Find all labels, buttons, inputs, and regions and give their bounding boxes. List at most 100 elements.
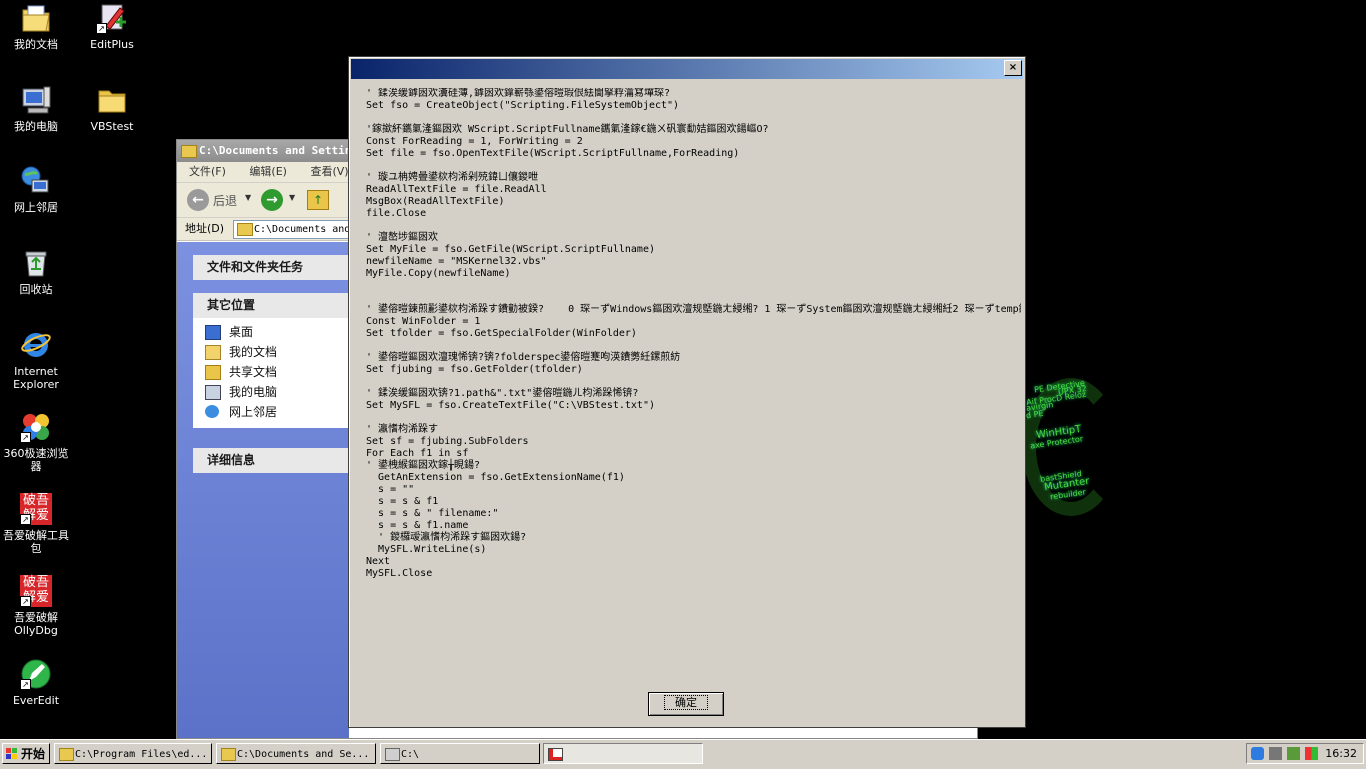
desktop-icon-vbstest[interactable]: VBStest — [76, 84, 148, 133]
details-panel[interactable]: 详细信息 — [193, 448, 349, 473]
close-icon[interactable]: × — [1004, 60, 1022, 76]
message-line — [366, 160, 1021, 172]
taskbar-button-label: C:\ — [401, 749, 420, 760]
desktop-icon-editplus[interactable]: ↗ EditPlus — [76, 2, 148, 51]
taskbar-button-wscript[interactable] — [543, 743, 703, 764]
message-line: Set fjubing = fso.GetFolder(tfolder) — [366, 364, 583, 375]
file-tasks-panel[interactable]: 文件和文件夹任务 — [193, 255, 349, 280]
start-button[interactable]: 开始 — [2, 743, 50, 764]
start-label: 开始 — [21, 747, 46, 761]
message-line: ' 璇ユ柟娉曡鍙栨枃浠剁殑鍏ㄩ儴鍐呭 — [366, 172, 539, 183]
message-line: s = "" — [366, 484, 415, 495]
ok-button-label: 确定 — [664, 695, 708, 710]
message-line: newfileName = "MSKernel32.vbs" — [366, 256, 547, 267]
message-line: file.Close — [366, 208, 427, 219]
360-browser-icon: ↗ — [20, 411, 52, 443]
explorer-title: C:\Documents and Settings — [199, 144, 365, 157]
taskbar-button-drive-c[interactable]: C:\ — [380, 743, 540, 764]
folder-up-icon[interactable]: ↑ — [307, 190, 329, 210]
place-my-documents[interactable]: 我的文档 — [193, 342, 349, 362]
desktop-icon-label: VBStest — [90, 120, 134, 133]
everedit-icon: ↗ — [20, 658, 52, 690]
message-line: s = s & " filename:" — [366, 508, 499, 519]
desktop-icon-network-places[interactable]: 网上邻居 — [0, 165, 72, 214]
desktop-icon-52pojie-toolkit[interactable]: 破吾 解爱 ↗ 吾爱破解工具包 — [0, 493, 72, 555]
clock[interactable]: 16:32 — [1325, 744, 1357, 763]
other-places-header[interactable]: 其它位置 — [193, 293, 349, 318]
desktop-icon-my-documents[interactable]: 我的文档 — [0, 2, 72, 51]
message-line — [366, 280, 1021, 292]
recycle-bin-icon — [20, 247, 52, 279]
taskbar: 开始 C:\Program Files\ed... C:\Documents a… — [0, 739, 1366, 769]
desktop-icon-label: 360极速浏览器 — [3, 447, 69, 473]
menu-file[interactable]: 文件(F) — [189, 165, 226, 178]
taskbar-button-documents[interactable]: C:\Documents and Se... — [216, 743, 376, 764]
desktop-icon-360-browser[interactable]: ↗ 360极速浏览器 — [0, 411, 72, 473]
message-line: s = s & f1.name — [366, 520, 469, 531]
msgbox-dialog[interactable]: × ' 鍒涘缓鎼囦欢瀵硅薄,鎼囦欢鎿嶄綔鍙傛暟瑕佷紶閫掔粰瀹冩墠琛? Set fs… — [348, 56, 1026, 728]
chevron-down-icon[interactable]: ▼ — [245, 193, 251, 202]
taskbar-button-label: C:\Program Files\ed... — [75, 749, 208, 760]
place-my-computer[interactable]: 我的电脑 — [193, 382, 349, 402]
taskbar-button-label: C:\Documents and Se... — [237, 749, 370, 760]
taskbar-button-program-files[interactable]: C:\Program Files\ed... — [54, 743, 212, 764]
chevron-down-icon[interactable]: ▼ — [289, 193, 295, 202]
message-line — [366, 340, 1021, 352]
desktop-icon-52pojie-ollydbg[interactable]: 破吾 解爱 ↗ 吾爱破解OllyDbg — [0, 575, 72, 637]
back-arrow-icon[interactable]: ← — [187, 189, 209, 211]
vmware-tools-icon[interactable] — [1269, 747, 1282, 760]
message-line — [366, 376, 1021, 388]
message-line: Set file = fso.OpenTextFile(WScript.Scri… — [366, 148, 740, 159]
message-line: ' 鍙傛暟鏂囦欢澶瑰悕锛?锛?folderspec鍙傛暟蹇呴渶鐨勶紝鏍煎紡 — [366, 352, 681, 363]
place-network[interactable]: 网上邻居 — [193, 402, 349, 422]
forward-arrow-icon[interactable]: → — [261, 189, 283, 211]
desktop-icon-recycle-bin[interactable]: 回收站 — [0, 247, 72, 296]
folder-icon — [59, 748, 74, 761]
message-line: GetAnExtension = fso.GetExtensionName(f1… — [366, 472, 625, 483]
shared-documents-icon — [205, 365, 221, 380]
shortcut-arrow-icon: ↗ — [20, 432, 31, 443]
desktop-icon-label: 吾爱破解工具包 — [3, 529, 69, 555]
network-icon[interactable] — [1287, 747, 1300, 760]
explorer-task-pane: 文件和文件夹任务 其它位置 桌面 我的文档 共享文档 我的电脑 网上邻居 详细信… — [177, 242, 349, 738]
ok-button[interactable]: 确定 — [648, 692, 724, 716]
message-line: ' 鍐欏叆瀛愭枃浠跺す鏂囦欢鍚? — [366, 532, 527, 543]
message-line: Set MySFL = fso.CreateTextFile("C:\VBSte… — [366, 400, 655, 411]
address-label: 地址(D) — [185, 222, 225, 235]
desktop-icon-internet-explorer[interactable]: Internet Explorer — [0, 329, 72, 391]
message-line: ReadAllTextFile = file.ReadAll — [366, 184, 547, 195]
menu-view[interactable]: 查看(V) — [310, 165, 348, 178]
back-label[interactable]: 后退 — [213, 192, 237, 209]
network-places-icon — [205, 405, 219, 418]
dialog-title-bar[interactable] — [351, 59, 1023, 79]
desktop-icon-my-computer[interactable]: 我的电脑 — [0, 84, 72, 133]
shortcut-arrow-icon: ↗ — [20, 596, 31, 607]
my-documents-icon — [20, 2, 52, 34]
windows-flag-icon[interactable] — [1305, 747, 1318, 760]
desktop-icon-label: 回收站 — [19, 283, 53, 296]
network-places-icon — [20, 165, 52, 197]
message-line: MsgBox(ReadAllTextFile) — [366, 196, 505, 207]
details-header[interactable]: 详细信息 — [193, 448, 349, 473]
menu-edit[interactable]: 编辑(E) — [249, 165, 287, 178]
place-desktop[interactable]: 桌面 — [193, 322, 349, 342]
52pojie-ollydbg-icon: 破吾 解爱 ↗ — [20, 575, 52, 607]
message-line: ' 瀛愭枃浠跺す — [366, 424, 439, 435]
message-line: Set tfolder = fso.GetSpecialFolder(WinFo… — [366, 328, 637, 339]
message-line: s = s & f1 — [366, 496, 439, 507]
message-line: Const ForReading = 1, ForWriting = 2 — [366, 136, 583, 147]
message-line — [366, 112, 1021, 124]
desktop-icon-label: Internet Explorer — [13, 365, 59, 391]
desktop-icon-label: EditPlus — [90, 38, 134, 51]
message-line: Set sf = fjubing.SubFolders — [366, 436, 529, 447]
message-line: MySFL.WriteLine(s) — [366, 544, 487, 555]
desktop-icon-everedit[interactable]: ↗ EverEdit — [0, 658, 72, 707]
place-shared-documents[interactable]: 共享文档 — [193, 362, 349, 382]
qq-icon[interactable] — [1251, 747, 1264, 760]
message-line: ' 鍙栧緱鏂囦欢鎵╁睍鍚? — [366, 460, 481, 471]
file-tasks-header[interactable]: 文件和文件夹任务 — [193, 255, 349, 280]
message-line: ' 鍒涘缓鎼囦欢瀵硅薄,鎼囦欢鎿嶄綔鍙傛暟瑕佷紶閫掔粰瀹冩墠琛? — [366, 88, 671, 99]
folder-icon — [221, 748, 236, 761]
message-line: Next — [366, 556, 391, 567]
52pojie-toolkit-icon: 破吾 解爱 ↗ — [20, 493, 52, 525]
